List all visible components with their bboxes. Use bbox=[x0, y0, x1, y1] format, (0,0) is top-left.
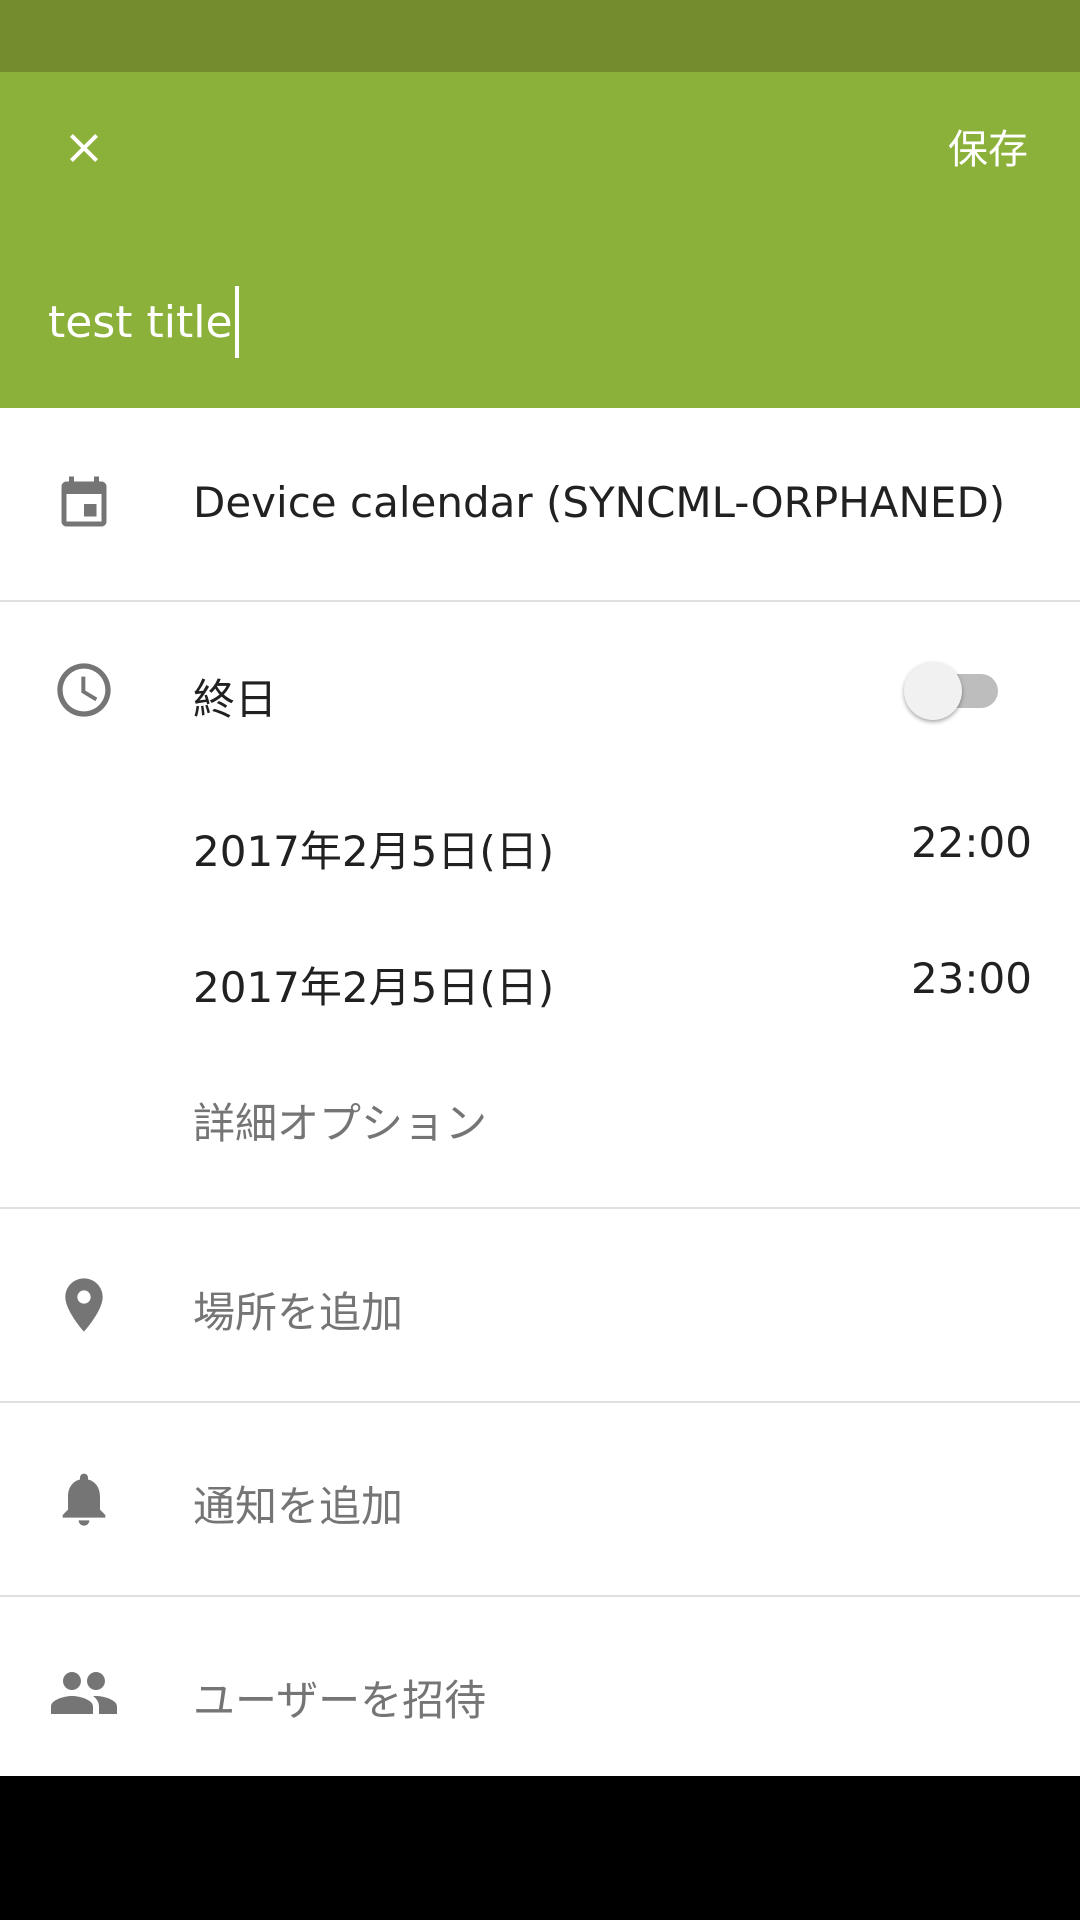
clock-icon bbox=[48, 654, 120, 726]
end-date[interactable]: 2017年2月5日(日) bbox=[193, 954, 554, 1015]
invite-row[interactable]: ユーザーを招待 bbox=[0, 1597, 1080, 1776]
start-time[interactable]: 22:00 bbox=[911, 818, 1032, 867]
text-cursor bbox=[234, 286, 239, 358]
switch-thumb bbox=[904, 662, 962, 720]
end-row: 2017年2月5日(日) 23:00 bbox=[0, 924, 1080, 1044]
close-button[interactable] bbox=[48, 112, 120, 184]
calendar-label: Device calendar (SYNCML-ORPHANED) bbox=[193, 478, 1006, 527]
status-bar bbox=[0, 0, 1080, 72]
invite-users-label: ユーザーを招待 bbox=[193, 1676, 487, 1725]
add-notification-label: 通知を追加 bbox=[193, 1482, 404, 1531]
all-day-switch[interactable] bbox=[904, 656, 998, 720]
title-input[interactable]: test title bbox=[48, 282, 1028, 362]
navigation-bar bbox=[0, 1776, 1080, 1920]
all-day-label: 終日 bbox=[193, 675, 278, 724]
calendar-icon bbox=[48, 468, 120, 540]
calendar-row[interactable]: Device calendar (SYNCML-ORPHANED) bbox=[0, 408, 1080, 600]
app-bar: 保存 test title bbox=[0, 72, 1080, 408]
more-options-link[interactable]: 詳細オプション bbox=[193, 1090, 487, 1151]
end-time[interactable]: 23:00 bbox=[911, 954, 1032, 1003]
location-pin-icon bbox=[48, 1269, 120, 1341]
start-row: 2017年2月5日(日) 22:00 bbox=[0, 788, 1080, 908]
start-date[interactable]: 2017年2月5日(日) bbox=[193, 818, 554, 879]
people-icon bbox=[48, 1657, 120, 1729]
save-button[interactable]: 保存 bbox=[948, 124, 1028, 176]
add-location-label: 場所を追加 bbox=[193, 1288, 404, 1337]
event-form: Device calendar (SYNCML-ORPHANED) 終日 201… bbox=[0, 408, 1080, 1776]
bell-icon bbox=[48, 1463, 120, 1535]
all-day-row[interactable]: 終日 bbox=[0, 602, 1080, 742]
title-input-value: test title bbox=[48, 296, 233, 348]
location-row[interactable]: 場所を追加 bbox=[0, 1209, 1080, 1401]
more-options-row[interactable]: 詳細オプション bbox=[0, 1060, 1080, 1180]
notification-row[interactable]: 通知を追加 bbox=[0, 1403, 1080, 1595]
close-icon bbox=[70, 134, 98, 162]
